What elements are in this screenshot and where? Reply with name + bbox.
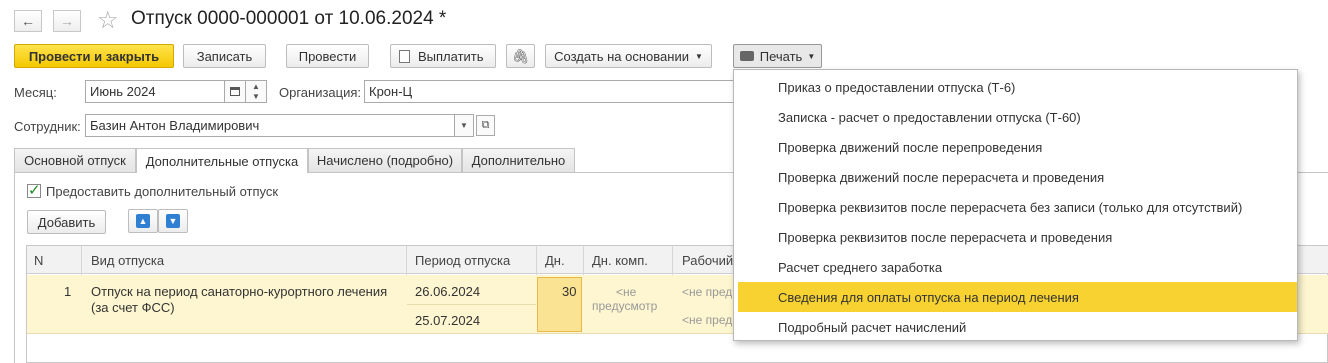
add-button[interactable]: Добавить — [27, 210, 106, 234]
calendar-button[interactable] — [224, 80, 246, 103]
print-button-label: Печать — [759, 48, 803, 64]
employee-dropdown-button[interactable]: ▼ — [454, 114, 474, 137]
provide-additional-leave-label: Предоставить дополнительный отпуск — [46, 184, 279, 199]
tab-accrued-detailed[interactable]: Начислено (подробно) — [308, 148, 462, 172]
favorite-star-icon[interactable]: ☆ — [97, 6, 119, 35]
open-link-icon: ⧉ — [481, 119, 490, 131]
print-menu-item-t60[interactable]: Записка - расчет о предоставлении отпуск… — [738, 102, 1297, 132]
row-days[interactable]: 30 — [562, 284, 576, 299]
tab-additional-leave[interactable]: Дополнительные отпуска — [136, 148, 308, 173]
create-based-on-button[interactable]: Создать на основании ▼ — [545, 44, 712, 68]
arrow-down-icon: ▼ — [166, 214, 180, 228]
header-leave-type[interactable]: Вид отпуска — [91, 246, 164, 274]
create-based-on-label: Создать на основании — [554, 48, 689, 64]
forward-button[interactable]: → — [53, 10, 81, 32]
employee-label: Сотрудник: — [14, 119, 81, 134]
row-comp-days-line1: <не — [616, 285, 637, 299]
employee-field[interactable]: Базин Антон Владимирович — [85, 114, 455, 137]
attachment-button[interactable]: 🖇 — [506, 44, 535, 68]
header-period[interactable]: Период отпуска — [415, 246, 510, 274]
pay-button[interactable]: Выплатить — [390, 44, 496, 68]
paperclip-icon: 🖇 — [511, 47, 530, 64]
month-label: Месяц: — [14, 85, 57, 100]
back-button[interactable]: ← — [14, 10, 42, 32]
print-menu-item-check-attrs-posting[interactable]: Проверка реквизитов после перерасчета и … — [738, 222, 1297, 252]
month-stepper[interactable]: ▲ ▼ — [245, 80, 267, 103]
month-field[interactable]: Июнь 2024 — [85, 80, 225, 103]
provide-additional-leave-checkbox[interactable]: ✓ — [27, 182, 41, 199]
dropdown-arrow-icon: ▼ — [694, 51, 703, 61]
header-comp-days[interactable]: Дн. комп. — [592, 246, 648, 274]
row-leave-type: Отпуск на период санаторно-курортного ле… — [91, 284, 388, 315]
print-menu-item-t6[interactable]: Приказ о предоставлении отпуска (Т-6) — [738, 72, 1297, 102]
stepper-up-icon[interactable]: ▲ — [252, 82, 260, 91]
tab-additional[interactable]: Дополнительно — [462, 148, 575, 172]
page-title: Отпуск 0000-000001 от 10.06.2024 * — [131, 8, 447, 29]
header-work[interactable]: Рабочий — [682, 246, 733, 274]
header-n[interactable]: N — [34, 246, 43, 274]
period-divider — [407, 304, 536, 305]
move-up-button[interactable]: ▲ — [128, 209, 158, 233]
forward-arrow-icon: → — [60, 13, 74, 29]
move-down-button[interactable]: ▼ — [158, 209, 188, 233]
save-button[interactable]: Записать — [183, 44, 266, 68]
row-number: 1 — [64, 284, 72, 299]
post-button[interactable]: Провести — [286, 44, 369, 68]
checkmark-icon: ✓ — [28, 182, 41, 199]
arrow-up-icon: ▲ — [136, 214, 150, 228]
document-icon — [399, 49, 410, 63]
header-days[interactable]: Дн. — [545, 246, 565, 274]
stepper-down-icon[interactable]: ▼ — [252, 92, 260, 101]
row-work-2: <не пред — [682, 313, 733, 327]
post-and-close-button[interactable]: Провести и закрыть — [14, 44, 174, 68]
print-menu-item-check-attrs-no-save[interactable]: Проверка реквизитов после перерасчета бе… — [738, 192, 1297, 222]
print-menu-item-check-reposting[interactable]: Проверка движений после перепроведения — [738, 132, 1297, 162]
row-work-1: <не пред — [682, 285, 733, 299]
row-comp-days-line2: предусмотр — [592, 299, 658, 313]
print-menu-item-average-earnings[interactable]: Расчет среднего заработка — [738, 252, 1297, 282]
print-menu-item-treatment-leave-pay[interactable]: Сведения для оплаты отпуска на период ле… — [738, 282, 1297, 312]
dropdown-arrow-icon: ▼ — [807, 51, 816, 61]
row-period-start[interactable]: 26.06.2024 — [415, 284, 480, 299]
print-menu-item-detailed-accruals[interactable]: Подробный расчет начислений — [738, 312, 1297, 342]
employee-open-button[interactable]: ⧉ — [476, 115, 495, 136]
back-arrow-icon: ← — [21, 13, 35, 29]
print-menu-item-check-recalc-posting[interactable]: Проверка движений после перерасчета и пр… — [738, 162, 1297, 192]
organization-field[interactable]: Крон-Ц — [364, 80, 736, 103]
print-menu: Приказ о предоставлении отпуска (Т-6) За… — [733, 69, 1298, 341]
printer-icon — [739, 51, 754, 61]
pay-button-label: Выплатить — [418, 48, 484, 64]
organization-label: Организация: — [279, 85, 362, 100]
print-button[interactable]: Печать ▼ — [733, 44, 822, 68]
tab-main-leave[interactable]: Основной отпуск — [14, 148, 136, 172]
row-period-end[interactable]: 25.07.2024 — [415, 313, 480, 328]
calendar-icon — [230, 87, 240, 96]
dropdown-arrow-icon: ▼ — [460, 121, 468, 130]
